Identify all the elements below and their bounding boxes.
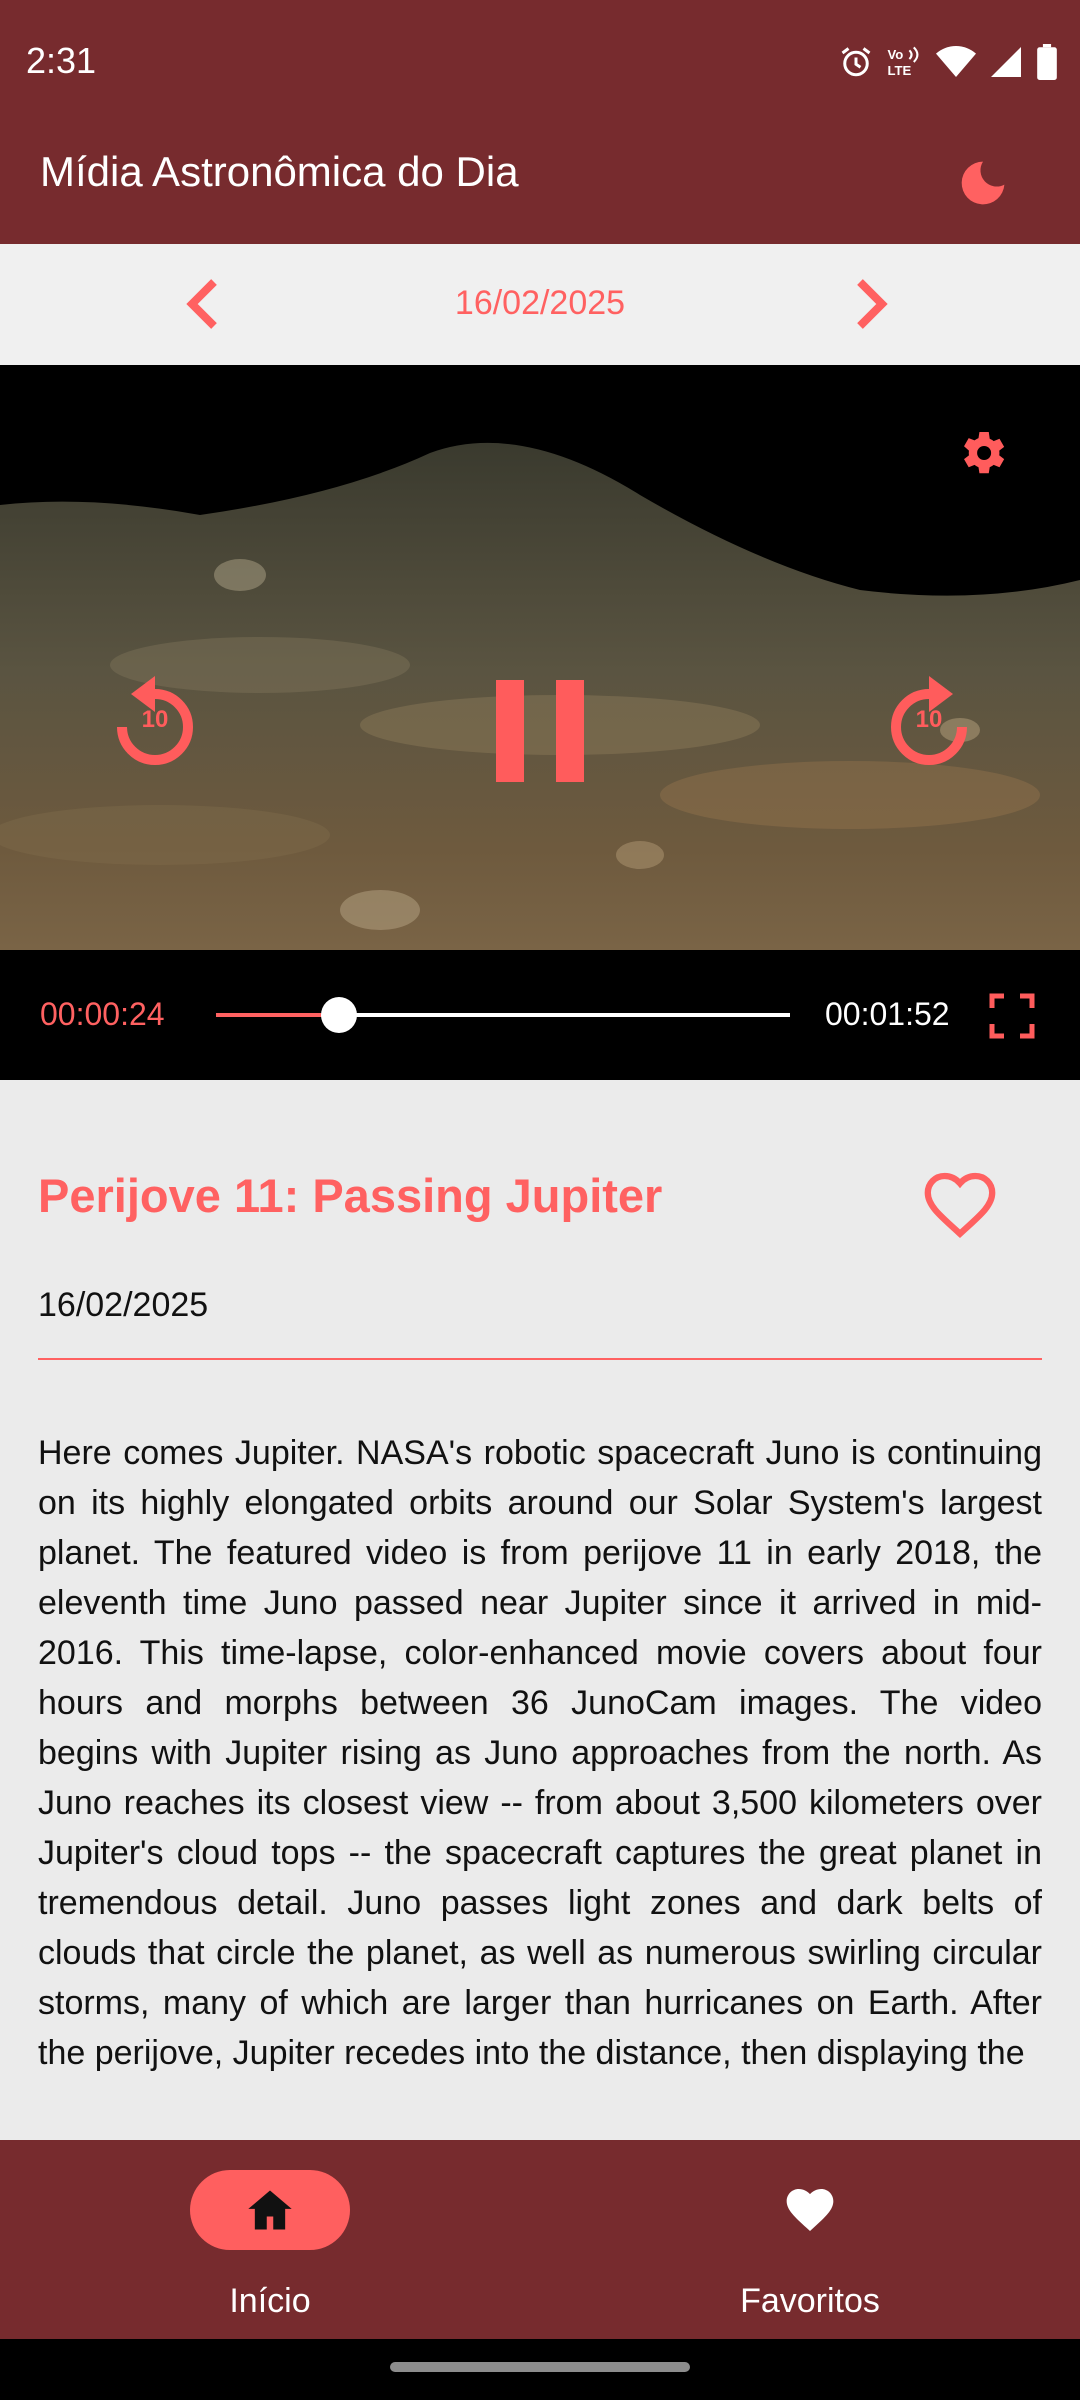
active-indicator [190, 2170, 350, 2250]
home-gesture-handle[interactable] [390, 2362, 690, 2372]
fullscreen-icon [989, 993, 1035, 1039]
app-bar: Mídia Astronômica do Dia [0, 122, 1080, 244]
alarm-icon [841, 47, 871, 77]
player-controls: 00:00:24 00:01:52 [0, 950, 1080, 1080]
favorite-button[interactable] [918, 1162, 1002, 1246]
media-title: Perijove 11: Passing Jupiter [38, 1169, 663, 1222]
home-icon [248, 2190, 292, 2230]
pause-button[interactable] [486, 670, 594, 788]
wifi-icon [936, 46, 976, 77]
gear-icon [964, 432, 1005, 474]
rewind-seconds-label: 10 [141, 706, 169, 733]
date-navigation: 16/02/2025 [0, 244, 1080, 365]
settings-button[interactable] [946, 417, 1018, 489]
app-title: Mídia Astronômica do Dia [40, 148, 519, 195]
svg-text:LTE: LTE [887, 63, 911, 78]
forward-10-button[interactable]: 10 [874, 670, 984, 780]
jupiter-video-frame [0, 365, 1080, 950]
rewind-10-button[interactable]: 10 [100, 670, 210, 780]
nav-item-inicio[interactable]: Início [0, 2140, 540, 2339]
pause-icon [496, 680, 584, 782]
current-time: 00:00:24 [40, 996, 165, 1032]
heart-outline-icon [924, 1172, 996, 1239]
battery-icon [1037, 44, 1057, 80]
video-player[interactable]: 10 10 [0, 365, 1080, 950]
media-details: Perijove 11: Passing Jupiter 16/02/2025 … [0, 1080, 1080, 2140]
media-date: 16/02/2025 [38, 1286, 209, 1324]
heart-icon [786, 2189, 834, 2231]
seek-bar-thumb[interactable] [320, 997, 357, 1033]
nav-item-favoritos[interactable]: Favoritos [540, 2140, 1080, 2339]
status-bar: 2:31 Vo LTE [0, 0, 1080, 122]
media-description: Here comes Jupiter. NASA's robotic space… [38, 1434, 1042, 2072]
favoritos-icon-container [770, 2170, 850, 2250]
selected-date[interactable]: 16/02/2025 [0, 284, 1080, 323]
status-icons: Vo LTE [838, 42, 1058, 82]
nav-label-inicio: Início [229, 2282, 311, 2320]
gesture-navigation-bar [0, 2339, 1080, 2400]
signal-icon [991, 47, 1021, 77]
chevron-right-icon [857, 279, 888, 329]
status-time: 2:31 [26, 40, 97, 81]
nav-label-favoritos: Favoritos [740, 2282, 880, 2320]
seek-bar[interactable] [216, 997, 790, 1033]
divider [38, 1358, 1042, 1360]
next-day-button[interactable] [832, 264, 912, 344]
fullscreen-button[interactable] [988, 992, 1036, 1040]
theme-toggle-button[interactable] [944, 144, 1022, 222]
total-time: 00:01:52 [825, 996, 950, 1032]
bottom-navigation: Início Favoritos [0, 2140, 1080, 2339]
moon-icon [961, 161, 1005, 205]
volte-icon: VoLTE [887, 46, 919, 78]
forward-seconds-label: 10 [915, 706, 943, 733]
svg-text:Vo: Vo [887, 47, 903, 62]
